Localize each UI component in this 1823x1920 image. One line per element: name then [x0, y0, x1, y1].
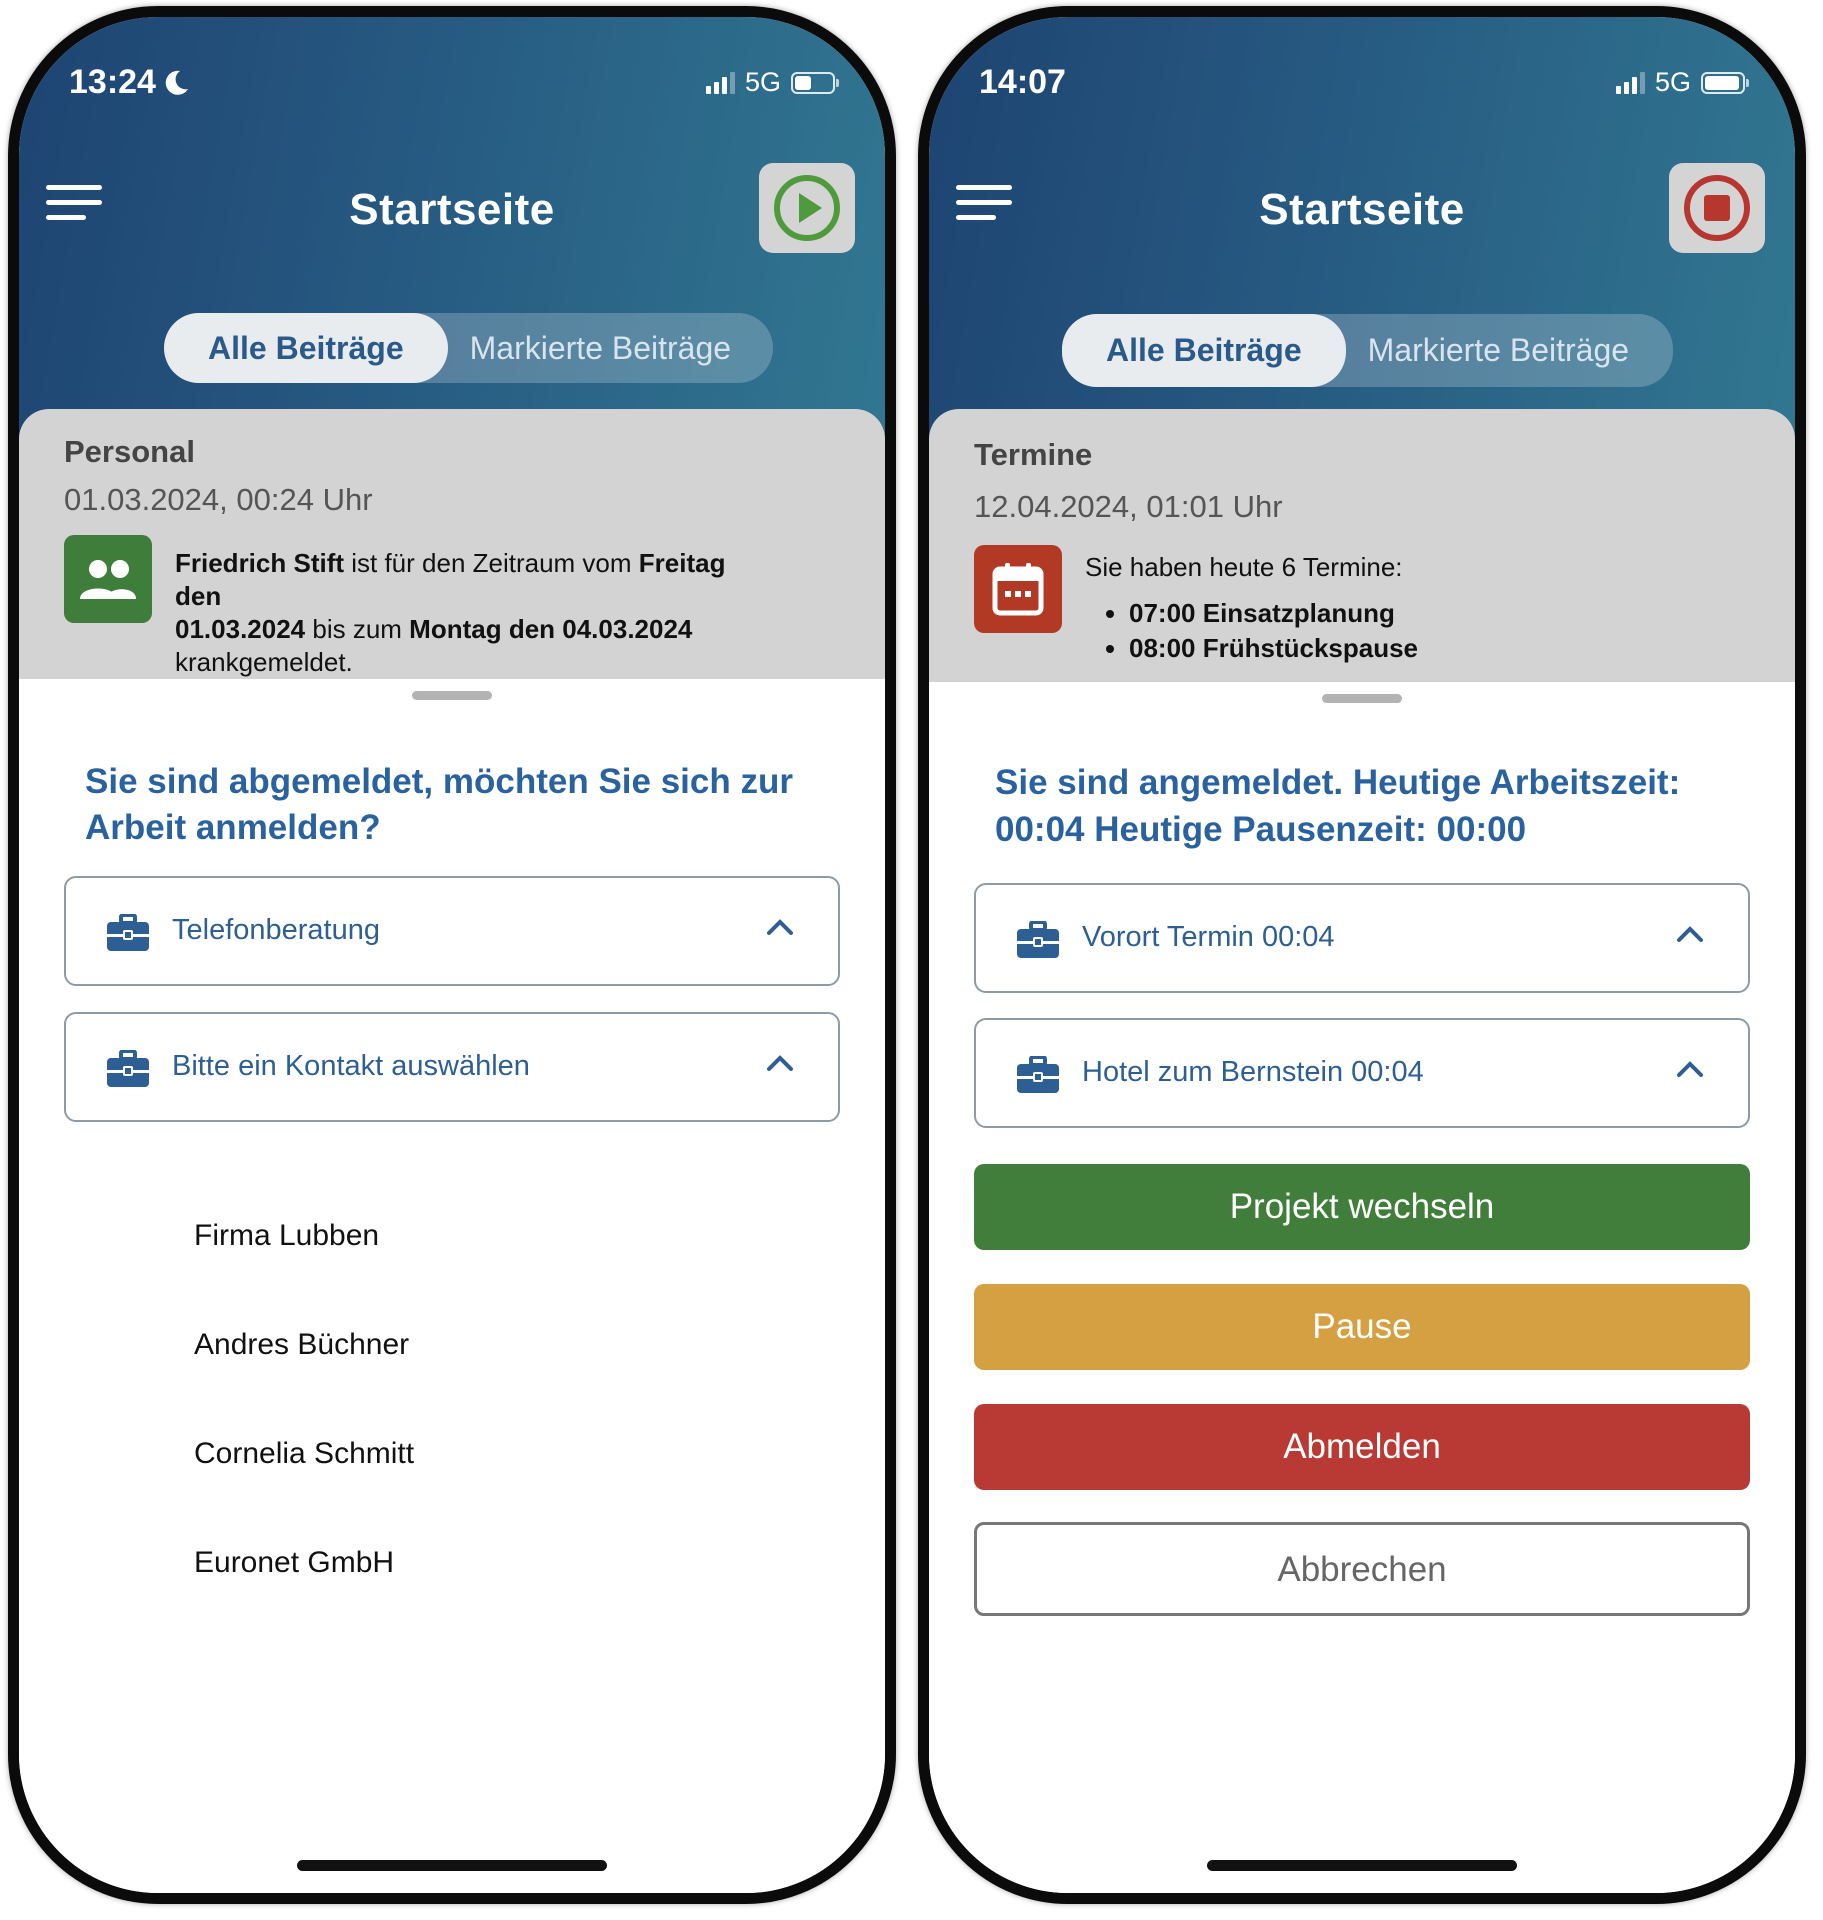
- project-dropdown[interactable]: Vorort Termin 00:04: [974, 883, 1750, 993]
- post-text: Sie haben heute 6 Termine: 07:00 Einsatz…: [1085, 551, 1735, 666]
- post-date: 01.03.2024, 00:24 Uhr: [64, 482, 373, 517]
- dropdown-label: Telefonberatung: [172, 914, 380, 946]
- status-bar: 5G: [1615, 67, 1749, 98]
- page-title: Startseite: [349, 185, 555, 234]
- appointment-item: 08:00 Frühstückspause: [1129, 631, 1735, 666]
- post-date: 12.04.2024, 01:01 Uhr: [974, 489, 1283, 524]
- switch-project-button[interactable]: Projekt wechseln: [974, 1164, 1750, 1250]
- play-icon: [774, 175, 840, 241]
- briefcase-icon: [107, 1050, 149, 1087]
- home-indicator[interactable]: [1207, 1860, 1517, 1871]
- signal-icon: [1615, 71, 1645, 94]
- header-background: 13:24 5G Startseite Alle Beiträge Markie…: [19, 17, 885, 737]
- sheet-headline: Sie sind angemeldet. Heutige Arbeitszeit…: [995, 763, 1681, 849]
- status-bar: 5G: [705, 67, 839, 98]
- briefcase-icon: [1017, 921, 1059, 958]
- header-background: 14:07 5G Startseite Alle Beiträge Markie…: [929, 17, 1795, 737]
- battery-icon: [1701, 71, 1749, 94]
- contact-dropdown[interactable]: Bitte ein Kontakt auswählen: [64, 1012, 840, 1122]
- cancel-button[interactable]: Abbrechen: [974, 1522, 1750, 1616]
- clock-out-button[interactable]: [1669, 163, 1765, 253]
- chevron-up-icon: [1677, 1061, 1703, 1077]
- post-category: Termine: [974, 437, 1093, 472]
- tab-marked-posts[interactable]: Markierte Beiträge: [448, 313, 773, 383]
- sheet-grabber[interactable]: [412, 691, 492, 700]
- post-category: Personal: [64, 434, 195, 469]
- chevron-up-icon: [767, 919, 793, 935]
- bottom-sheet: Sie sind abgemeldet, möchten Sie sich zu…: [19, 679, 885, 1893]
- chevron-up-icon: [767, 1055, 793, 1071]
- post-filter-tabs: Alle Beiträge Markierte Beiträge: [1062, 314, 1674, 387]
- people-icon: [64, 535, 152, 623]
- dropdown-label: Bitte ein Kontakt auswählen: [172, 1050, 530, 1082]
- home-indicator[interactable]: [297, 1860, 607, 1871]
- sheet-grabber[interactable]: [1322, 694, 1402, 703]
- chevron-up-icon: [1677, 926, 1703, 942]
- tab-marked-posts[interactable]: Markierte Beiträge: [1346, 314, 1673, 387]
- contact-dropdown[interactable]: Hotel zum Bernstein 00:04: [974, 1018, 1750, 1128]
- activity-dropdown[interactable]: Telefonberatung: [64, 876, 840, 986]
- signal-icon: [705, 71, 735, 94]
- tab-all-posts[interactable]: Alle Beiträge: [1062, 314, 1346, 387]
- post-text: Friedrich Stift ist für den Zeitraum vom…: [175, 548, 726, 677]
- calendar-glyph: [992, 563, 1044, 616]
- dropdown-label: Vorort Termin 00:04: [1082, 921, 1335, 953]
- contact-option[interactable]: Euronet GmbH: [194, 1546, 394, 1580]
- logout-button[interactable]: Abmelden: [974, 1404, 1750, 1490]
- status-time: 13:24: [69, 63, 190, 102]
- briefcase-icon: [1017, 1056, 1059, 1093]
- network-label: 5G: [744, 67, 781, 97]
- battery-icon: [791, 71, 839, 94]
- phone-right-screen: 14:07 5G Startseite Alle Beiträge Markie…: [918, 6, 1806, 1904]
- tab-all-posts[interactable]: Alle Beiträge: [164, 313, 448, 383]
- bottom-sheet: Sie sind angemeldet. Heutige Arbeitszeit…: [929, 682, 1795, 1893]
- network-label: 5G: [1654, 67, 1691, 97]
- people-glyph: [80, 560, 136, 599]
- clock-in-button[interactable]: [759, 163, 855, 253]
- contact-option[interactable]: Firma Lubben: [194, 1219, 379, 1253]
- page-title: Startseite: [1259, 185, 1465, 234]
- status-time: 14:07: [979, 63, 1066, 101]
- moon-icon: [165, 70, 188, 95]
- briefcase-icon: [107, 914, 149, 951]
- sheet-headline: Sie sind abgemeldet, möchten Sie sich zu…: [85, 762, 793, 847]
- appointment-item: 07:00 Einsatzplanung: [1129, 596, 1735, 631]
- phone-left-screen: 13:24 5G Startseite Alle Beiträge Markie…: [8, 6, 896, 1904]
- pause-button[interactable]: Pause: [974, 1284, 1750, 1370]
- contact-option[interactable]: Andres Büchner: [194, 1328, 409, 1362]
- calendar-icon: [974, 545, 1062, 633]
- stop-icon: [1684, 175, 1750, 241]
- post-filter-tabs: Alle Beiträge Markierte Beiträge: [164, 313, 774, 383]
- post-card[interactable]: Personal 01.03.2024, 00:24 Uhr Friedrich…: [19, 409, 885, 689]
- contact-option[interactable]: Cornelia Schmitt: [194, 1437, 414, 1471]
- post-card[interactable]: Termine 12.04.2024, 01:01 Uhr Sie haben …: [929, 409, 1795, 689]
- dropdown-label: Hotel zum Bernstein 00:04: [1082, 1056, 1424, 1088]
